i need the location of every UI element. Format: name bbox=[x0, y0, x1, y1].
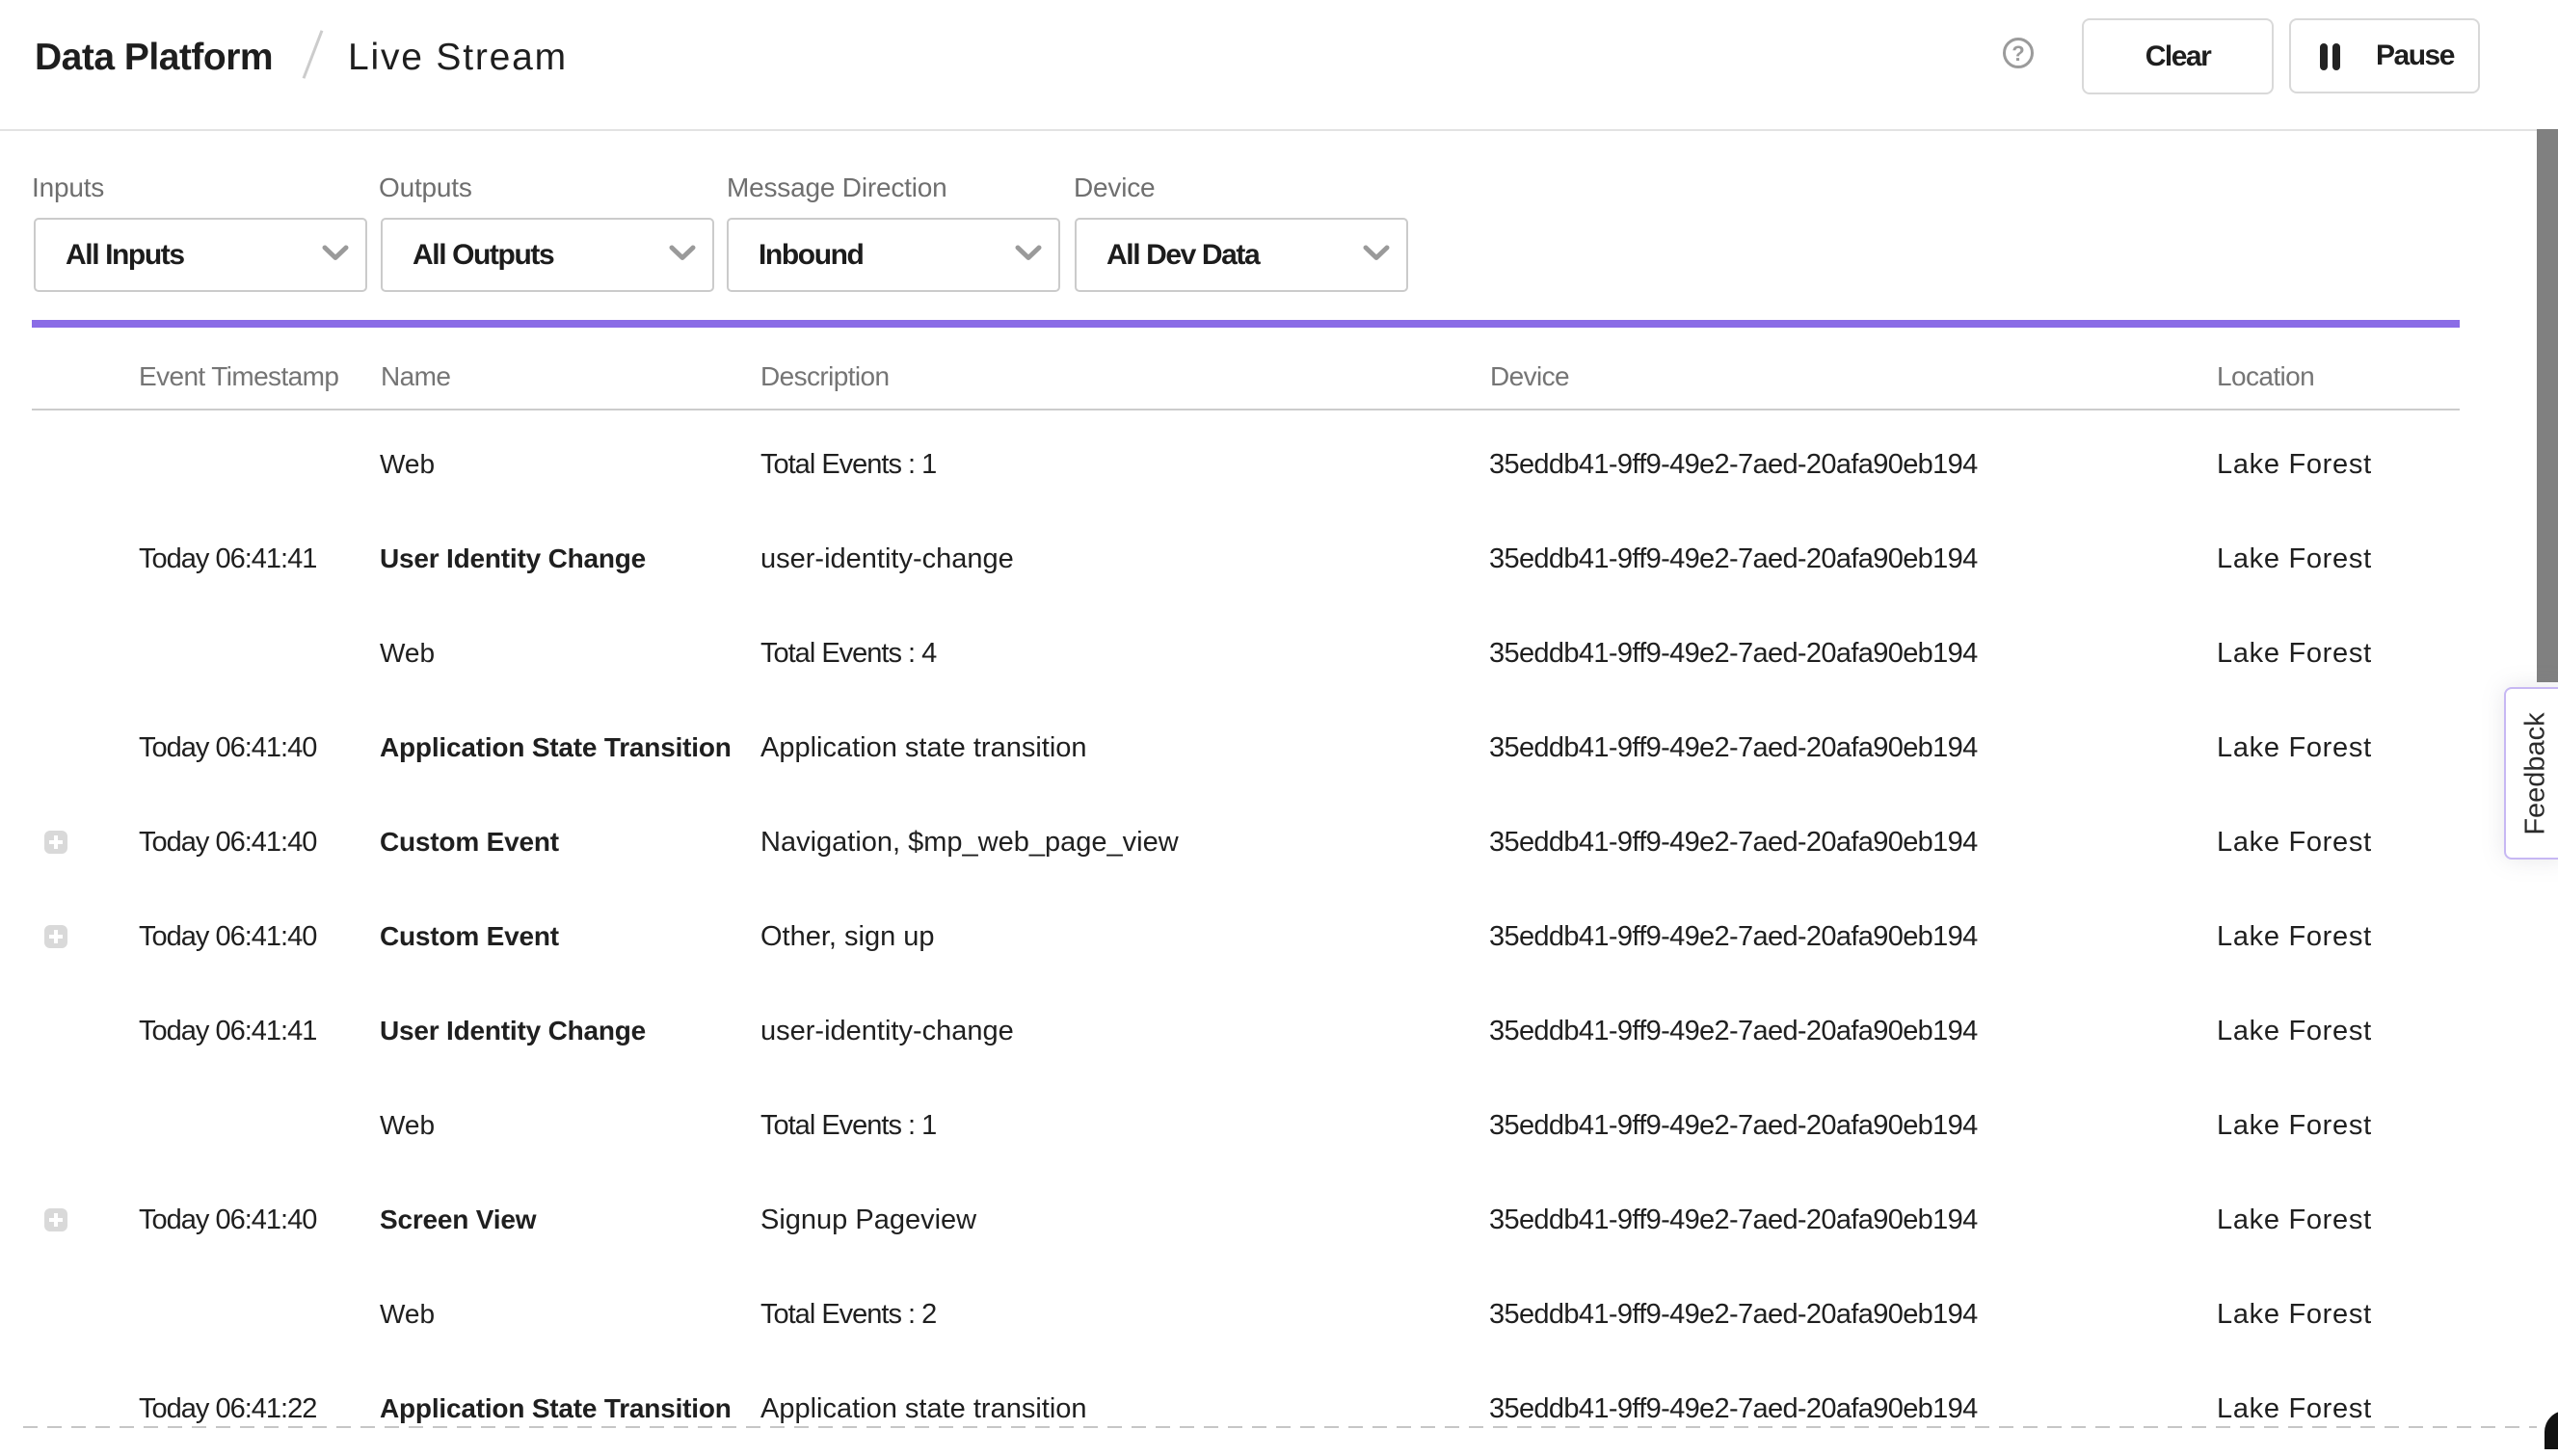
svg-text:?: ? bbox=[2012, 41, 2024, 66]
